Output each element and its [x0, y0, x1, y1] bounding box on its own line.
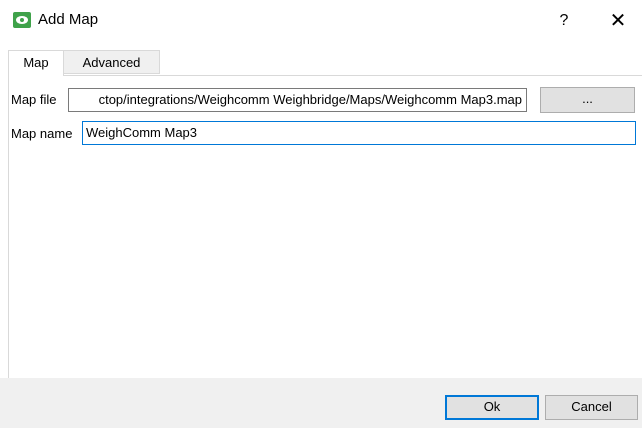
window-title: Add Map	[38, 11, 99, 28]
map-file-value: ctop/integrations/Weighcomm Weighbridge/…	[98, 92, 522, 107]
help-button[interactable]: ?	[552, 8, 576, 34]
tab-map[interactable]: Map	[8, 50, 64, 76]
tab-advanced[interactable]: Advanced	[64, 50, 160, 74]
dialog-footer: Ok Cancel	[0, 378, 642, 428]
ok-button[interactable]: Ok	[445, 395, 539, 420]
add-map-dialog: Add Map ? ✕ Map Advanced Map file ctop/i…	[0, 0, 642, 428]
browse-button[interactable]: ...	[540, 87, 635, 113]
cancel-button[interactable]: Cancel	[545, 395, 638, 420]
eye-map-icon	[13, 12, 31, 28]
close-icon[interactable]: ✕	[600, 6, 636, 36]
map-file-field[interactable]: ctop/integrations/Weighcomm Weighbridge/…	[68, 88, 527, 112]
map-file-label: Map file	[11, 92, 57, 107]
title-bar[interactable]: Add Map ? ✕	[0, 0, 642, 44]
map-name-field[interactable]: WeighComm Map3	[82, 121, 636, 145]
map-name-label: Map name	[11, 126, 73, 141]
